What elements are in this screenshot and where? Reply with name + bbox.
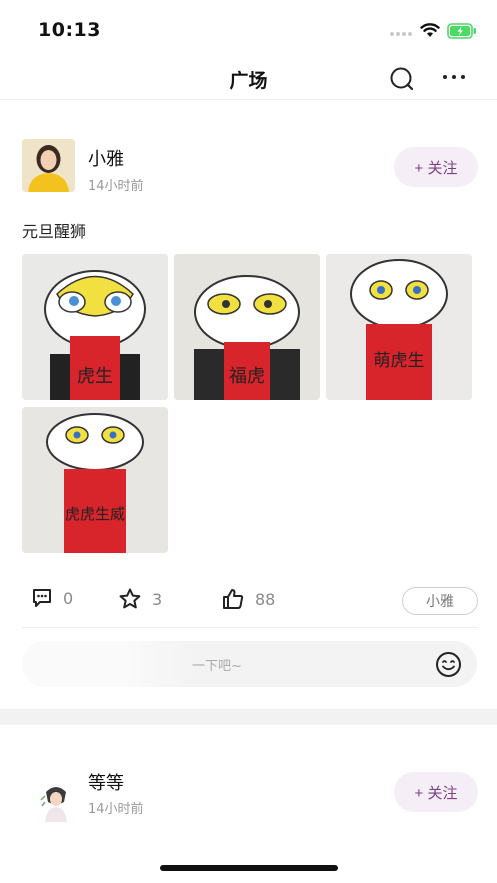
post-actions: 0 3 88 小雅 <box>0 587 497 623</box>
like-count: 88 <box>255 589 276 609</box>
photo-caption: 福虎 <box>229 366 265 387</box>
status-time: 10:13 <box>38 19 101 41</box>
page-title: 广场 <box>229 70 268 92</box>
follow-button[interactable]: + 关注 <box>394 147 478 187</box>
status-bar: 10:13 <box>0 0 497 56</box>
like-action[interactable]: 88 <box>221 587 275 611</box>
follow-button[interactable]: + 关注 <box>394 772 478 812</box>
favorite-action[interactable]: 3 <box>118 587 162 611</box>
more-icon[interactable] <box>443 75 465 79</box>
avatar[interactable] <box>22 139 75 192</box>
post-photo[interactable]: 福虎 <box>174 254 320 400</box>
thumbs-up-icon <box>223 589 244 609</box>
avatar[interactable] <box>36 782 76 822</box>
post-photo[interactable]: 萌虎生 <box>326 254 472 400</box>
comment-action[interactable]: 0 <box>31 587 73 609</box>
home-indicator[interactable] <box>160 865 338 871</box>
post-time: 14小时前 <box>88 179 144 194</box>
comment-placeholder: 一下吧~ <box>192 659 242 674</box>
photo-caption: 虎虎生威 <box>65 505 125 523</box>
emoji-icon[interactable] <box>435 651 462 678</box>
photo-caption: 虎生 <box>77 366 113 387</box>
post-text: 元旦醒狮 <box>22 222 87 241</box>
favorite-count: 3 <box>152 589 163 609</box>
comment-input[interactable]: 一下吧~ <box>22 641 477 687</box>
photo-caption: 萌虎生 <box>374 351 425 371</box>
battery-icon <box>447 23 476 39</box>
divider <box>22 627 478 628</box>
search-icon[interactable] <box>389 66 415 92</box>
author-tag[interactable]: 小雅 <box>402 587 478 615</box>
section-divider <box>0 709 497 725</box>
post-photo[interactable]: 虎生 <box>22 254 168 400</box>
wifi-icon <box>420 23 440 37</box>
author-name[interactable]: 小雅 <box>88 145 124 171</box>
post-time: 14小时前 <box>88 802 144 817</box>
author-name[interactable]: 等等 <box>88 769 124 795</box>
star-icon <box>119 588 141 609</box>
comment-icon <box>33 589 51 607</box>
comment-count: 0 <box>63 588 74 608</box>
post-photo[interactable]: 虎虎生威 <box>22 407 168 553</box>
nav-bar: 广场 <box>0 56 497 100</box>
signal-icon <box>390 32 412 36</box>
